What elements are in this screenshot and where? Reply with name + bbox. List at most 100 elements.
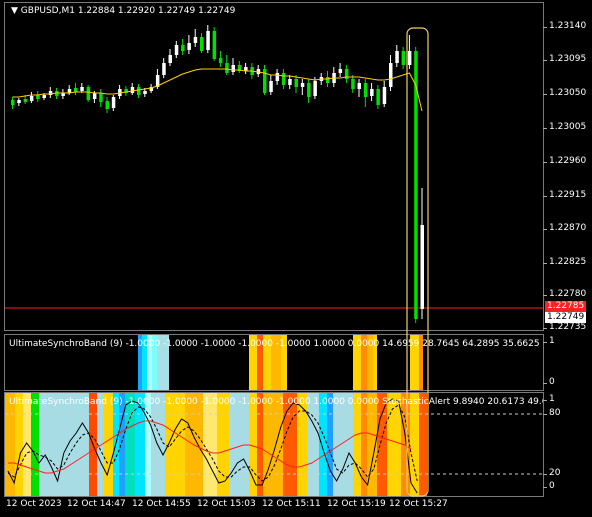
- stochastic-band-bar: [119, 393, 125, 496]
- candle-body: [111, 97, 116, 108]
- stochastic-band-bar: [145, 393, 151, 496]
- candle-body: [23, 99, 28, 102]
- stochastic-band-bar: [103, 393, 113, 496]
- candle-body: [86, 87, 91, 100]
- stochastic-canvas: [5, 393, 543, 496]
- candle-body: [231, 65, 235, 72]
- price-tick: 1.23005: [542, 122, 587, 132]
- stochastic-band-bar: [249, 393, 257, 496]
- stochastic-band-bar: [319, 393, 327, 496]
- candle-body: [363, 83, 368, 97]
- time-tick: 12 Oct 15:03: [197, 499, 256, 509]
- stochastic-band-bar: [327, 393, 333, 496]
- time-tick: 12 Oct 14:47: [67, 499, 126, 509]
- candle-body: [281, 73, 286, 85]
- candle-body: [206, 31, 210, 50]
- synchro-axis: 1 0: [543, 334, 592, 389]
- time-tick: 12 Oct 14:55: [132, 499, 191, 509]
- red-line-price-tag: 1.22785: [545, 301, 587, 312]
- candle-body: [137, 87, 141, 95]
- synchro-band-pane[interactable]: UltimateSynchroBand (9) -1.0000 -1.0000 …: [4, 334, 544, 391]
- candle-body: [218, 58, 223, 63]
- candle-body: [326, 77, 330, 83]
- stoch-tick: 20: [542, 468, 561, 478]
- candle-body: [168, 55, 172, 63]
- stochastic-pane[interactable]: UltimateSynchroBand (9) -1.0000 -1.0000 …: [4, 392, 544, 497]
- price-axis[interactable]: 1.23140 1.23095 1.23050 1.23005 1.22960 …: [542, 2, 592, 332]
- price-chart-canvas[interactable]: [5, 3, 543, 330]
- stoch-tick: 1: [543, 394, 555, 404]
- candle-body: [80, 87, 84, 91]
- candle-body: [105, 101, 109, 109]
- candle-body: [275, 73, 280, 81]
- candle-body: [130, 87, 135, 93]
- candle-body: [338, 69, 343, 73]
- candle-body: [389, 63, 393, 87]
- price-tick: 1.22825: [542, 257, 587, 267]
- candle-body: [193, 37, 198, 43]
- candle-body: [225, 63, 229, 73]
- candle-body: [200, 37, 204, 51]
- candle-body: [99, 93, 103, 102]
- stochastic-band-bar: [203, 393, 217, 496]
- price-tick: 1.22735: [542, 322, 587, 332]
- candle-body: [42, 95, 46, 98]
- price-tick: 1.22780: [542, 289, 587, 299]
- stochastic-band-bar: [31, 393, 39, 496]
- stochastic-band-bar: [15, 393, 23, 496]
- candle-body: [36, 95, 40, 99]
- stochastic-band-bar: [263, 393, 283, 496]
- synchro-tick: 1: [543, 336, 555, 346]
- stochastic-band-bar: [353, 393, 361, 496]
- stochastic-band-bar: [23, 393, 31, 496]
- candle-body: [307, 83, 311, 97]
- price-tick: 1.23050: [542, 88, 587, 98]
- candle-body: [351, 79, 355, 89]
- candle-body: [357, 83, 361, 89]
- stochastic-band-bar: [125, 393, 135, 496]
- candle-body: [181, 45, 185, 51]
- collapse-icon[interactable]: ▼: [11, 6, 18, 16]
- candle-body: [370, 89, 374, 96]
- price-tick: 1.23140: [542, 21, 587, 31]
- candle-body: [376, 89, 380, 105]
- price-tick: 1.22870: [542, 223, 587, 233]
- stochastic-band-bar: [377, 393, 387, 496]
- stochastic-band-bar: [5, 393, 15, 496]
- candle-body: [74, 88, 78, 92]
- time-tick: 12 Oct 15:27: [389, 499, 448, 509]
- moving-average-line: [12, 68, 423, 112]
- candle-body: [29, 96, 34, 101]
- bid-price-tag: 1.22749: [545, 312, 587, 323]
- candle-body: [407, 51, 412, 65]
- stoch-tick: 80: [542, 408, 561, 418]
- price-tick: 1.23095: [542, 54, 587, 64]
- candle-body: [11, 100, 15, 105]
- candle-body: [174, 45, 179, 55]
- synchro-indicator-label: UltimateSynchroBand (9) -1.0000 -1.0000 …: [9, 339, 544, 349]
- candle-body: [420, 225, 424, 309]
- synchro-tick: 0: [543, 377, 555, 387]
- stochastic-band-bar: [387, 393, 401, 496]
- price-tick: 1.22960: [542, 156, 587, 166]
- candle-body: [92, 93, 97, 99]
- candle-body: [300, 83, 305, 87]
- candle-body: [401, 51, 406, 65]
- candle-body: [313, 81, 317, 96]
- candle-body: [288, 79, 292, 85]
- candle-body: [269, 81, 273, 92]
- stochastic-axis: 1 80 20 0: [542, 392, 592, 495]
- candle-body: [162, 63, 166, 75]
- main-chart-pane[interactable]: ▼ GBPUSD,M1 1.22884 1.22920 1.22749 1.22…: [4, 2, 544, 331]
- stochastic-band-bar: [39, 393, 89, 496]
- stochastic-band-bar: [419, 393, 427, 496]
- candle-body: [294, 79, 298, 87]
- stochastic-band-bar: [410, 393, 419, 496]
- stochastic-band-bar: [307, 393, 319, 496]
- candle-body: [187, 43, 191, 50]
- time-tick: 12 Oct 15:19: [327, 499, 386, 509]
- candle-body: [17, 100, 21, 103]
- time-tick: 12 Oct 2023: [6, 499, 62, 509]
- ohlc-values: 1.22884 1.22920 1.22749 1.22749: [77, 6, 236, 16]
- symbol-label: GBPUSD,M1: [20, 6, 75, 16]
